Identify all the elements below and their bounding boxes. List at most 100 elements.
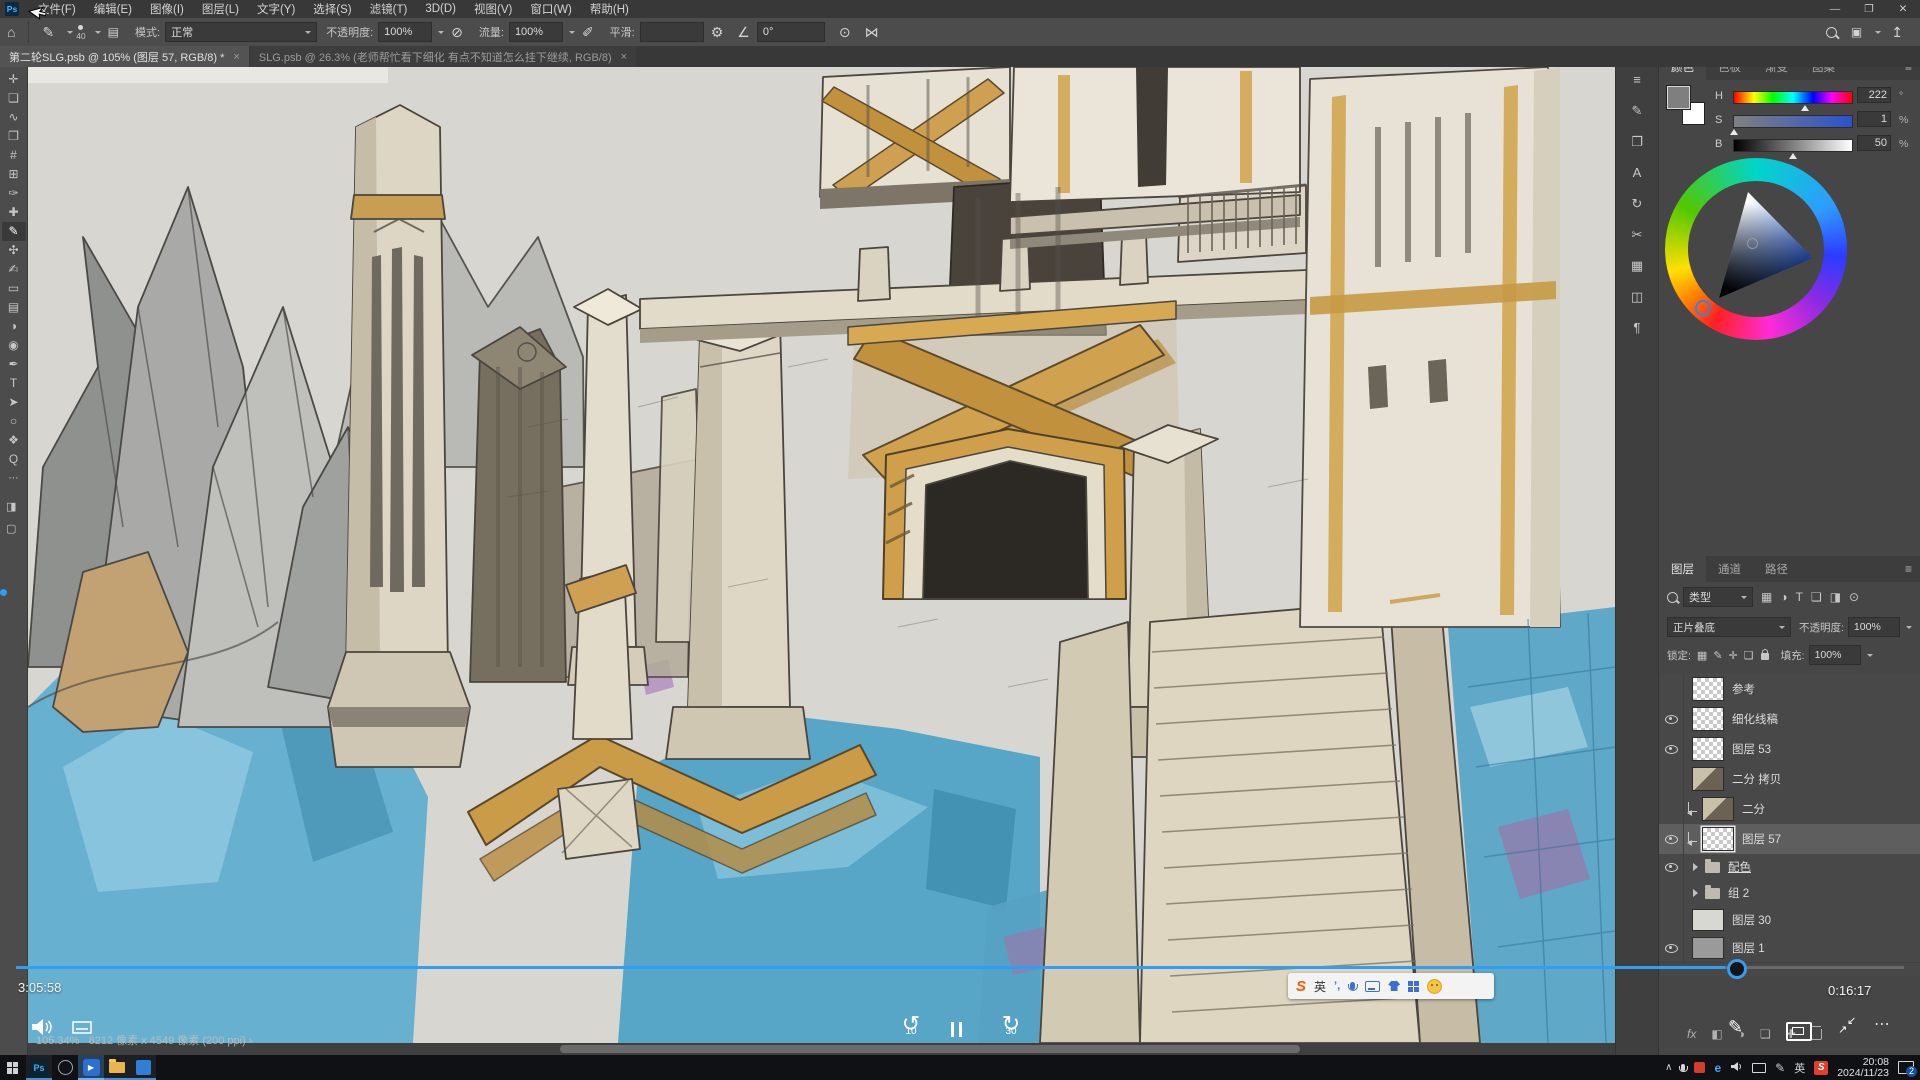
home-icon[interactable]: ⌂	[7, 24, 15, 40]
screen-share-icon[interactable]	[72, 1021, 92, 1041]
group-name[interactable]: 组 2	[1728, 885, 1749, 901]
group-name[interactable]: 配色	[1728, 859, 1751, 875]
layer-thumbnail[interactable]	[1692, 707, 1724, 731]
filter-shape-layers-icon[interactable]: ❏	[1811, 590, 1822, 604]
taskbar-file-explorer[interactable]	[104, 1055, 130, 1080]
tray-volume-icon[interactable]	[1730, 1061, 1743, 1075]
tool-move[interactable]: ✛	[2, 70, 26, 89]
tool-dodge[interactable]: ◉	[2, 336, 26, 355]
taskbar-photoshop[interactable]: Ps	[26, 1055, 52, 1080]
tray-red-app-icon[interactable]	[1694, 1062, 1705, 1073]
layer-name[interactable]: 图层 57	[1742, 831, 1781, 847]
layer-thumbnail[interactable]	[1692, 937, 1724, 959]
video-progress-handle[interactable]	[1727, 959, 1747, 979]
menu-layer[interactable]: 图层(L)	[193, 1, 248, 17]
visibility-toggle[interactable]	[1659, 704, 1684, 734]
tool-eyedropper[interactable]: ✑	[2, 184, 26, 203]
hue-slider[interactable]	[1733, 91, 1853, 104]
saturation-slider[interactable]	[1733, 115, 1853, 128]
share-icon[interactable]: ↥	[1891, 24, 1903, 41]
tray-network-icon[interactable]	[1752, 1063, 1766, 1073]
layer-row-selected[interactable]: 图层 57	[1659, 824, 1920, 855]
tool-crop[interactable]: #	[2, 146, 26, 165]
video-progress-track[interactable]	[16, 966, 1904, 969]
close-button[interactable]: ✕	[1886, 0, 1920, 18]
smoothing-input[interactable]	[640, 22, 704, 42]
layer-row[interactable]: 二分	[1659, 794, 1920, 825]
document-tab-inactive[interactable]: SLG.psb @ 26.3% (老师帮忙看下细化 有点不知道怎么挂下继续, R…	[250, 46, 636, 67]
ime-emoji-icon[interactable]	[1427, 979, 1442, 994]
minimize-button[interactable]: —	[1818, 0, 1852, 18]
canvas[interactable]	[28, 67, 1615, 1043]
visibility-toggle[interactable]	[1659, 906, 1684, 934]
layer-name[interactable]: 二分 拷贝	[1732, 771, 1781, 787]
document-info[interactable]: 8212 像素 x 4549 像素 (200 ppi)	[89, 1035, 246, 1047]
layer-thumbnail[interactable]	[1692, 737, 1724, 761]
tool-shape[interactable]: ○	[2, 412, 26, 431]
layer-blend-mode-select[interactable]: 正片叠底	[1667, 617, 1791, 637]
menu-window[interactable]: 窗口(W)	[521, 1, 581, 17]
tool-gradient[interactable]: ▤	[2, 298, 26, 317]
tool-brush[interactable]: ✎	[2, 222, 26, 241]
character-panel-icon[interactable]: A	[1623, 160, 1651, 185]
menu-3d[interactable]: 3D(D)	[416, 3, 465, 15]
menu-help[interactable]: 帮助(H)	[581, 1, 638, 17]
layer-thumbnail[interactable]	[1692, 677, 1724, 701]
brush-preset-icon[interactable]: ✎	[42, 24, 54, 41]
notification-center-icon[interactable]: 2	[1898, 1061, 1914, 1074]
tool-lasso[interactable]: ∿	[2, 108, 26, 127]
fill-input[interactable]: 100%	[1809, 645, 1861, 665]
layer-thumbnail[interactable]	[1702, 827, 1734, 851]
filter-toggle-icon[interactable]: ⊙	[1849, 590, 1859, 604]
ime-punctuation-icon[interactable]: ’,	[1334, 980, 1340, 992]
visibility-toggle[interactable]	[1659, 674, 1684, 704]
filter-smart-objects-icon[interactable]: ◨	[1830, 590, 1841, 604]
layer-name[interactable]: 图层 1	[1732, 940, 1765, 956]
sogou-logo-icon[interactable]: S	[1296, 978, 1306, 995]
tray-mic-icon[interactable]	[1681, 1064, 1685, 1071]
libraries-panel-icon[interactable]: ◫	[1623, 284, 1651, 309]
layer-row[interactable]: 参考	[1659, 674, 1920, 705]
visibility-toggle[interactable]	[1659, 934, 1684, 962]
filter-adjustment-layers-icon[interactable]: ◑	[1780, 590, 1787, 604]
collapse-window-icon[interactable]: ↙↗	[1838, 1016, 1860, 1038]
tool-blur[interactable]: ◑	[2, 317, 26, 336]
volume-icon[interactable]	[30, 1018, 52, 1041]
menu-type[interactable]: 文字(Y)	[248, 1, 304, 17]
lock-pixels-icon[interactable]: ✎	[1713, 649, 1722, 662]
group-row[interactable]: 组 2	[1659, 880, 1920, 907]
layer-row[interactable]: 图层 53	[1659, 734, 1920, 765]
delete-layer-icon[interactable]	[1811, 1029, 1822, 1040]
brush-settings-panel-icon[interactable]: ≡	[1623, 67, 1651, 92]
clone-source-panel-icon[interactable]: ❐	[1623, 129, 1651, 154]
close-tab-icon[interactable]: ×	[233, 51, 239, 63]
brushes-panel-icon[interactable]: ✎	[1623, 98, 1651, 123]
gear-icon[interactable]: ⚙	[711, 24, 724, 41]
filter-type-layers-icon[interactable]: T	[1796, 590, 1803, 604]
foreground-color-swatch[interactable]	[1667, 86, 1690, 109]
brush-settings-panel-icon[interactable]: ▤	[108, 25, 119, 39]
visibility-toggle[interactable]	[1659, 794, 1684, 824]
scissors-icon[interactable]: ✂	[1623, 222, 1651, 247]
opacity-input[interactable]: 100%	[378, 22, 432, 42]
expand-group-icon[interactable]	[1693, 889, 1702, 897]
layer-thumbnail[interactable]	[1692, 767, 1724, 791]
layer-thumbnail[interactable]	[1692, 909, 1724, 931]
layer-name[interactable]: 图层 30	[1732, 912, 1771, 928]
lock-transparency-icon[interactable]: ▦	[1697, 649, 1707, 662]
ime-language-mode[interactable]: 英	[1314, 978, 1326, 995]
hidden-icons-chevron[interactable]: ∧	[1665, 1062, 1672, 1073]
paragraph-panel-icon[interactable]: ¶	[1623, 315, 1651, 340]
taskbar-search-app[interactable]	[52, 1055, 78, 1080]
pressure-size-icon[interactable]: ⊙	[839, 24, 851, 41]
color-wheel[interactable]	[1665, 158, 1847, 340]
tool-path-selection[interactable]: ➤	[2, 393, 26, 412]
filter-pixel-layers-icon[interactable]: ▦	[1761, 590, 1772, 604]
saturation-value[interactable]: 1	[1857, 111, 1891, 127]
tool-object-selection[interactable]: ❐	[2, 127, 26, 146]
layer-name[interactable]: 图层 53	[1732, 741, 1771, 757]
layer-name[interactable]: 二分	[1742, 801, 1765, 817]
ime-skin-icon[interactable]	[1388, 981, 1400, 991]
tool-pen[interactable]: ✒	[2, 355, 26, 374]
tool-spot-healing[interactable]: ✚	[2, 203, 26, 222]
